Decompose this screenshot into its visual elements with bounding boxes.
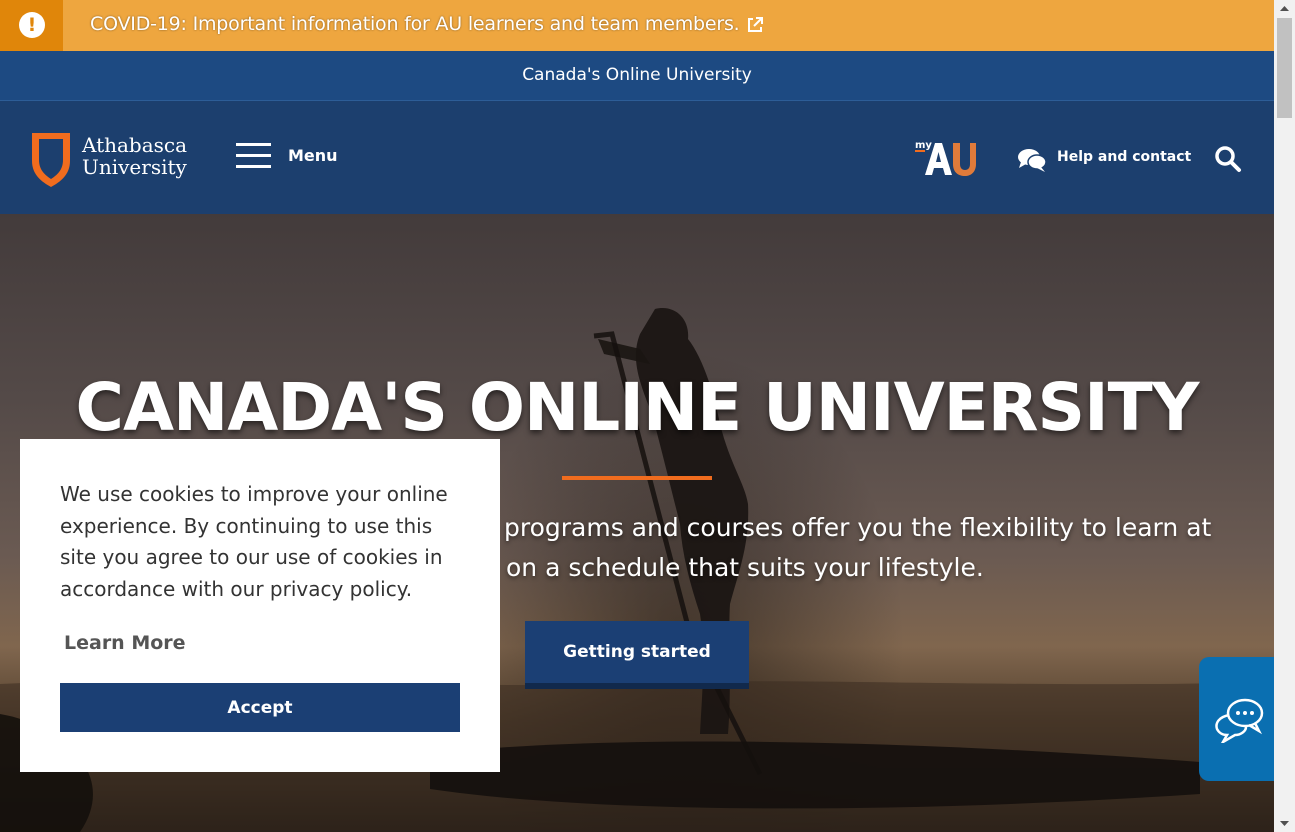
alert-link[interactable]: COVID-19: Important information for AU l…	[90, 13, 764, 35]
scrollbar-thumb[interactable]	[1277, 18, 1292, 118]
search-icon[interactable]	[1214, 145, 1242, 173]
logo-line-2: University	[82, 155, 187, 179]
myau-small-text: my	[915, 140, 932, 151]
tagline-text: Canada's Online University	[522, 65, 752, 85]
alert-text: COVID-19: Important information for AU l…	[90, 13, 740, 35]
logo-line-1: Athabasca	[82, 133, 188, 157]
chat-bubbles-icon	[1215, 698, 1264, 743]
help-contact-label: Help and contact	[1057, 149, 1192, 165]
myau-link[interactable]: my	[915, 139, 977, 177]
scroll-down-arrow-icon[interactable]	[1274, 815, 1295, 832]
alert-banner[interactable]: ! COVID-19: Important information for AU…	[0, 0, 1274, 51]
getting-started-button[interactable]: Getting started	[525, 621, 749, 689]
alert-icon-box: !	[0, 0, 63, 51]
logo-wordmark: Athabasca University	[82, 134, 187, 178]
cookie-message: We use cookies to improve your online ex…	[60, 482, 448, 601]
hamburger-icon	[236, 143, 271, 169]
hero-title: CANADA'S ONLINE UNIVERSITY	[75, 369, 1200, 446]
page-scrollbar[interactable]	[1274, 0, 1295, 832]
scroll-up-arrow-icon[interactable]	[1274, 0, 1295, 17]
myau-logo-icon: my	[915, 140, 976, 176]
shield-logo-icon	[32, 133, 70, 187]
learn-more-link[interactable]: Learn More	[64, 632, 186, 654]
exclamation-circle-icon: !	[19, 12, 45, 38]
accept-cookies-button[interactable]: Accept	[60, 683, 460, 732]
chat-widget-button[interactable]	[1199, 657, 1274, 781]
menu-label: Menu	[288, 146, 338, 165]
tagline-bar: Canada's Online University	[0, 51, 1274, 101]
hero-divider	[562, 476, 712, 480]
cookie-consent-dialog: We use cookies to improve your online ex…	[20, 439, 500, 772]
chat-bubbles-icon	[1018, 149, 1047, 172]
page: ! COVID-19: Important information for AU…	[0, 0, 1274, 832]
external-link-icon	[747, 16, 763, 32]
site-header: Athabasca University Menu my Help and co…	[0, 101, 1274, 214]
